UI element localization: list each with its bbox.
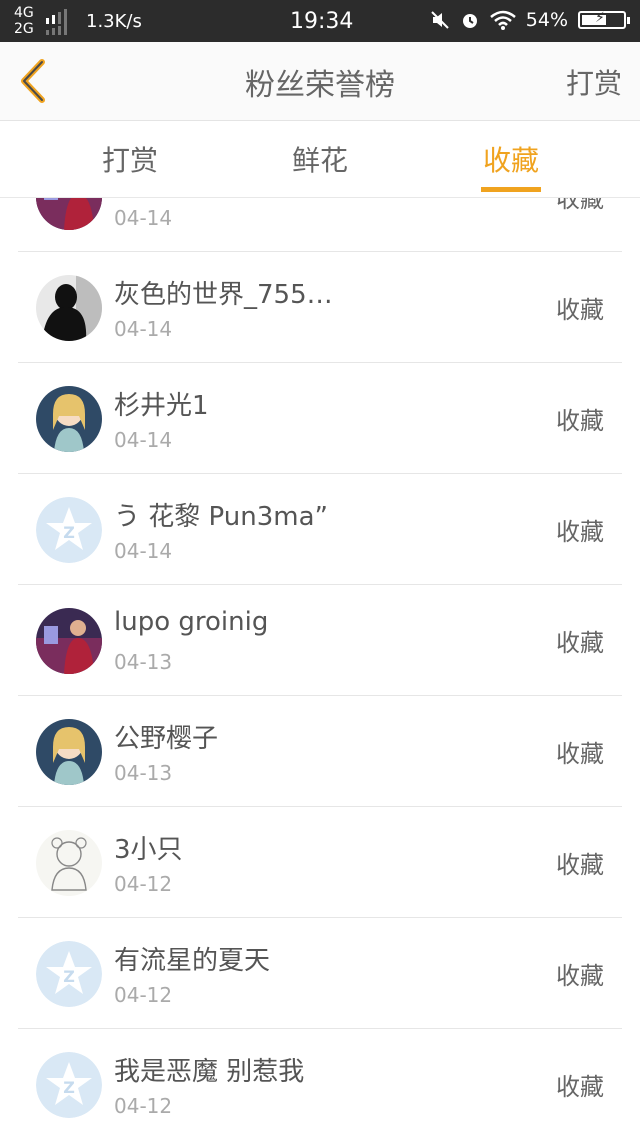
tab-flowers[interactable]: 鲜花: [260, 139, 380, 179]
svg-text:Z: Z: [63, 523, 75, 542]
date: 04-14: [114, 539, 173, 563]
user-name: 我是恶魔 别惹我: [114, 1057, 305, 1087]
list-item[interactable]: 3小只 04-12 收藏: [18, 807, 622, 918]
tab-reward[interactable]: 打赏: [70, 139, 190, 179]
clock: 19:34: [290, 9, 354, 34]
user-name: 有流星的夏天: [114, 946, 271, 976]
date: 04-14: [114, 317, 173, 341]
network-speed: 1.3K/s: [86, 11, 142, 32]
dark-silhouette-avatar[interactable]: [36, 275, 102, 341]
user-name: 公野樱子: [114, 724, 219, 754]
anime-avatar[interactable]: [36, 719, 102, 785]
list-item[interactable]: Z 我是恶魔 别惹我 04-12 收藏: [18, 1029, 622, 1138]
list-item[interactable]: Z 有流星的夏天 04-12 收藏: [18, 918, 622, 1029]
date: 04-13: [114, 761, 173, 785]
default-avatar[interactable]: Z: [36, 941, 102, 1007]
user-name: 杉井光1: [114, 391, 209, 421]
page-title: 粉丝荣誉榜: [245, 68, 395, 103]
list-item[interactable]: 04-14 收藏: [18, 198, 622, 252]
user-name: 3小只: [114, 835, 183, 865]
list-item[interactable]: lupo groinig 04-13 收藏: [18, 585, 622, 696]
list-item[interactable]: 公野樱子 04-13 收藏: [18, 696, 622, 807]
anime-avatar[interactable]: [36, 386, 102, 452]
tab-favorites[interactable]: 收藏: [451, 139, 571, 179]
svg-text:Z: Z: [63, 1078, 75, 1097]
action-label: 收藏: [556, 851, 604, 879]
user-name: lupo groinig: [114, 607, 269, 637]
action-label: 收藏: [556, 518, 604, 546]
default-avatar[interactable]: Z: [36, 1052, 102, 1118]
reward-button[interactable]: 打赏: [566, 62, 622, 102]
alarm-icon: [462, 14, 477, 28]
action-label: 收藏: [556, 962, 604, 990]
title-bar: 粉丝荣誉榜 打赏: [0, 42, 640, 121]
list-item[interactable]: 灰色的世界_755… 04-14 收藏: [18, 252, 622, 363]
date: 04-12: [114, 872, 173, 896]
date: 04-13: [114, 650, 173, 674]
action-label: 收藏: [556, 198, 604, 213]
photo-avatar[interactable]: [36, 198, 102, 230]
tab-bar: 打赏 鲜花 收藏: [0, 121, 640, 198]
sketch-avatar[interactable]: [36, 830, 102, 896]
wifi-icon: [489, 10, 516, 30]
signal-icon: [46, 9, 67, 35]
user-name: う 花黎 Pun3ma”: [114, 502, 328, 532]
active-tab-indicator: [481, 187, 541, 192]
fan-list[interactable]: 04-14 收藏 灰色的世界_755… 04-14 收藏 杉井光1 04-14 收藏 Z う 花黎…: [0, 198, 640, 1138]
date: 04-14: [114, 428, 173, 452]
svg-text:Z: Z: [63, 967, 75, 986]
action-label: 收藏: [556, 629, 604, 657]
action-label: 收藏: [556, 296, 604, 324]
date: 04-12: [114, 983, 173, 1007]
date: 04-12: [114, 1094, 173, 1118]
list-item[interactable]: Z う 花黎 Pun3ma” 04-14 收藏: [18, 474, 622, 585]
status-bar: 4G 2G 1.3K/s 19:34 54% ⚡: [0, 0, 640, 42]
user-name: 灰色的世界_755…: [114, 280, 333, 310]
action-label: 收藏: [556, 407, 604, 435]
mute-icon: [431, 11, 449, 29]
battery-icon: ⚡: [578, 10, 630, 29]
list-item[interactable]: 杉井光1 04-14 收藏: [18, 363, 622, 474]
default-avatar[interactable]: Z: [36, 497, 102, 563]
action-label: 收藏: [556, 740, 604, 768]
action-label: 收藏: [556, 1073, 604, 1101]
photo-avatar[interactable]: [36, 608, 102, 674]
network-type: 4G 2G: [14, 5, 34, 37]
battery-percent: 54%: [525, 9, 568, 31]
date: 04-14: [114, 206, 173, 230]
